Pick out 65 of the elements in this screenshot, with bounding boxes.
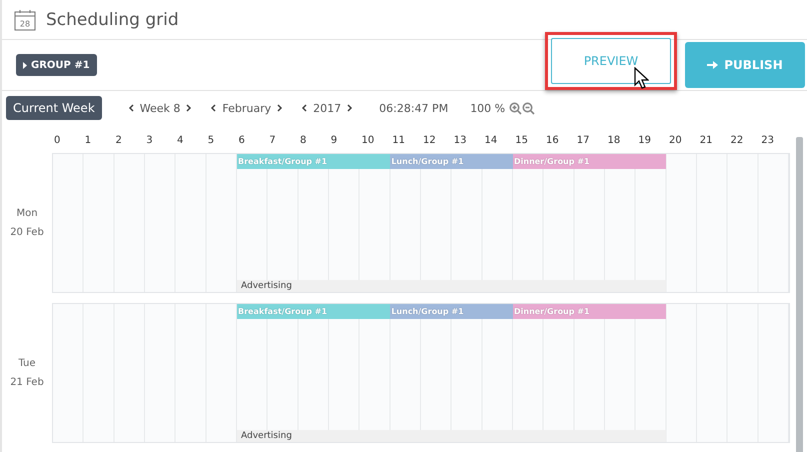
previous-button[interactable] xyxy=(210,104,216,112)
hour-label: 15 xyxy=(514,134,529,148)
hour-label: 20 xyxy=(668,134,683,148)
date-label: 20 Feb xyxy=(10,227,44,238)
next-button[interactable] xyxy=(186,104,192,112)
calendar-icon: 28 xyxy=(14,8,36,30)
zoom-in-icon[interactable] xyxy=(509,102,522,114)
clock-time: 06:28:47 PM xyxy=(379,102,448,114)
next-button[interactable] xyxy=(277,104,284,112)
advertising-bar[interactable]: Advertising xyxy=(237,280,666,292)
previous-button[interactable] xyxy=(301,104,308,112)
event-bar[interactable]: Dinner/Group #1 xyxy=(512,154,666,169)
hour-label: 11 xyxy=(391,134,406,148)
hour-label: 2 xyxy=(114,134,123,148)
zoom-level: 100 % xyxy=(470,102,506,114)
page-title: Scheduling grid xyxy=(46,10,179,30)
hour-label: 4 xyxy=(176,134,184,148)
hour-label: 22 xyxy=(730,134,744,148)
chevron-left-icon xyxy=(210,104,216,112)
cursor-icon xyxy=(634,67,649,89)
hour-label: 16 xyxy=(545,134,560,148)
event-bar[interactable]: Lunch/Group #1 xyxy=(390,304,513,319)
group-button[interactable]: GROUP #1 xyxy=(16,54,97,76)
hour-label: 18 xyxy=(606,134,622,148)
chevron-left-icon xyxy=(301,104,308,112)
date-label: 21 Feb xyxy=(10,377,44,388)
hour-label: 8 xyxy=(299,134,308,148)
chevron-right-icon xyxy=(277,104,284,112)
hour-label: 6 xyxy=(238,134,246,148)
chevron-right-icon xyxy=(186,104,192,112)
hour-label: 9 xyxy=(330,134,338,148)
hour-label: 19 xyxy=(637,134,652,148)
hour-label: 10 xyxy=(360,134,376,148)
advertising-bar[interactable]: Advertising xyxy=(237,430,666,442)
hour-label: 14 xyxy=(484,134,498,148)
event-bar[interactable]: Dinner/Group #1 xyxy=(512,304,666,319)
hour-label: 5 xyxy=(206,134,216,148)
preview-button[interactable]: PREVIEW xyxy=(551,38,671,84)
chevron-right-icon xyxy=(347,104,354,112)
week-label: Week 8 xyxy=(140,102,180,114)
publish-button[interactable]: PUBLISH xyxy=(685,42,805,88)
weekday-label: Tue xyxy=(18,358,36,369)
event-bar[interactable]: Breakfast/Group #1 xyxy=(237,304,390,319)
caret-icon xyxy=(23,62,27,68)
scrollbar[interactable] xyxy=(796,137,803,452)
event-bar[interactable]: Lunch/Group #1 xyxy=(390,154,513,169)
current-week-button[interactable]: Current Week xyxy=(6,96,102,120)
hour-label: 7 xyxy=(268,134,277,148)
hour-label: 12 xyxy=(422,134,437,148)
hour-label: 23 xyxy=(760,134,775,148)
hour-label: 17 xyxy=(576,134,590,148)
zoom-out-icon[interactable] xyxy=(522,102,536,114)
chevron-left-icon xyxy=(128,104,134,112)
hour-label: 13 xyxy=(452,134,468,148)
previous-button[interactable] xyxy=(128,104,134,112)
hour-label: 0 xyxy=(53,134,62,148)
hour-label: 1 xyxy=(84,134,92,148)
event-bar[interactable]: Breakfast/Group #1 xyxy=(237,154,390,169)
month-label: February xyxy=(222,102,272,114)
weekday-label: Mon xyxy=(16,208,38,219)
year-label: 2017 xyxy=(313,102,342,114)
hour-label: 21 xyxy=(698,134,714,148)
arrow-right-icon xyxy=(707,60,718,70)
next-button[interactable] xyxy=(347,104,354,112)
hour-label: 3 xyxy=(145,134,154,148)
